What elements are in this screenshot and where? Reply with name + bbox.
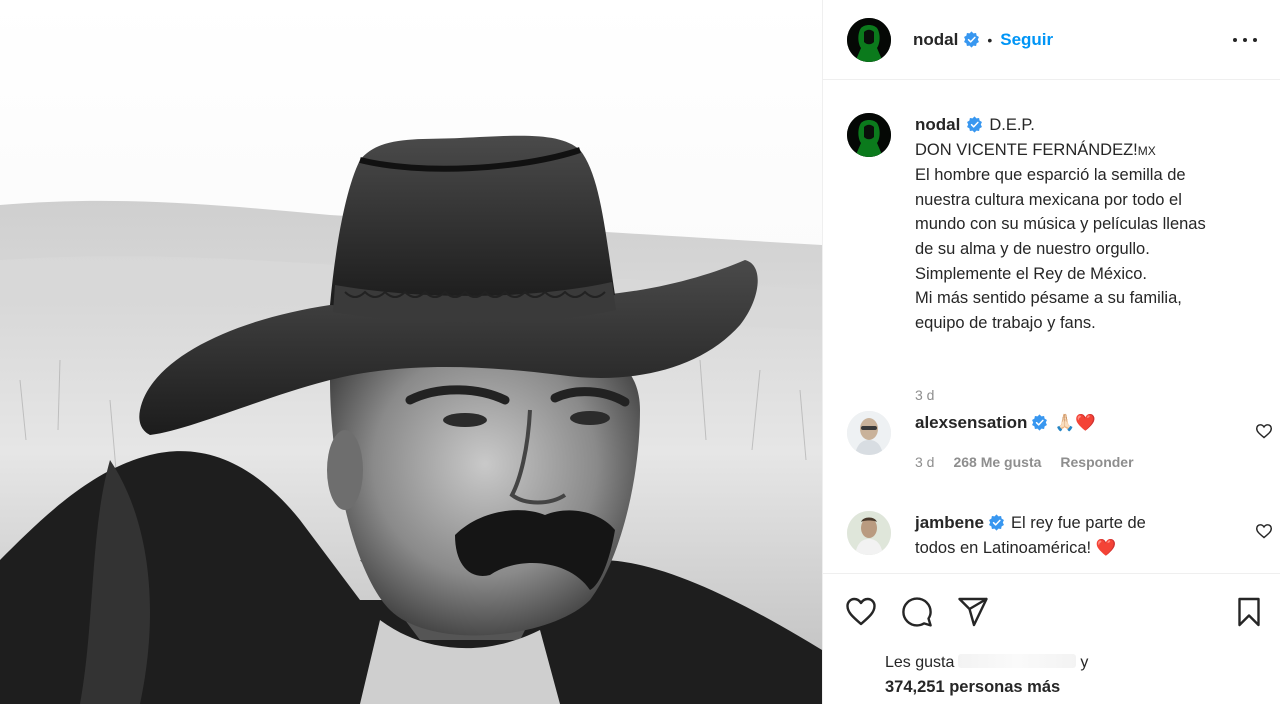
comment-username[interactable]: alexsensation [915, 413, 1027, 432]
alexsensation-avatar-image [847, 411, 891, 455]
comment-username[interactable]: jambene [915, 513, 984, 532]
likes-summary: Les gusta y [885, 654, 1088, 672]
more-options-icon[interactable] [1233, 30, 1257, 50]
heart-emoji: ❤️ [1075, 413, 1096, 432]
likes-prefix: Les gusta [885, 654, 955, 671]
verified-badge-icon [989, 514, 1004, 531]
comment-avatar[interactable] [847, 511, 891, 555]
caption-line: Mi más sentido pésame a su familia, [915, 289, 1182, 308]
comment-item: jambene El rey fue parte de todos en Lati… [847, 511, 1273, 560]
follow-button[interactable]: Seguir [1000, 30, 1053, 50]
caption-line: El hombre que esparció la semilla de [915, 166, 1186, 185]
comment-likes-count[interactable]: 268 Me gusta [953, 454, 1041, 470]
verified-badge-icon [964, 31, 980, 48]
comment-timestamp[interactable]: 3 d [915, 454, 934, 470]
caption-line: nuestra cultura mexicana por todo el [915, 190, 1182, 209]
comment-line: El rey fue parte de [1010, 514, 1146, 532]
caption-text: nodal D.E.P. DON VICENTE FERNÁNDEZ!MX El … [915, 113, 1267, 335]
caption-timestamp[interactable]: 3 d [915, 387, 934, 403]
caption-line: Simplemente el Rey de México. [915, 264, 1148, 283]
reply-button[interactable]: Responder [1060, 454, 1133, 470]
avatar[interactable] [847, 17, 891, 62]
post-caption: nodal D.E.P. DON VICENTE FERNÁNDEZ!MX El … [847, 113, 1267, 403]
comment-meta: 3 d 268 Me gusta Responder [915, 454, 1267, 470]
likes-count[interactable]: 374,251 personas más [885, 678, 1060, 697]
comment-like-icon[interactable] [1255, 423, 1273, 439]
post-actions: Les gusta y 374,251 personas más [823, 573, 1280, 704]
hidden-username [958, 654, 1077, 668]
pray-emoji: 🙏🏻 [1054, 413, 1075, 432]
nodal-avatar-image [847, 17, 891, 62]
verified-badge-icon [967, 116, 983, 133]
heart-outline-icon[interactable] [845, 596, 877, 628]
comment-bubble-icon[interactable] [901, 596, 933, 628]
verified-badge-icon [1032, 414, 1048, 431]
separator-dot: • [987, 31, 993, 48]
comment-line: todos en Latinoamérica! [915, 538, 1092, 557]
caption-username[interactable]: nodal [915, 115, 960, 134]
post-side-panel: nodal • Seguir nodal D.E.P. DON VICENTE … [822, 0, 1280, 704]
comment-avatar[interactable] [847, 411, 891, 455]
comments-scroll-area[interactable]: nodal D.E.P. DON VICENTE FERNÁNDEZ!MX El … [823, 81, 1280, 573]
comment-item: alexsensation 🙏🏻❤️ 3 d 268 Me gusta Respo… [847, 411, 1273, 470]
jambene-avatar-image [847, 511, 891, 555]
post-header: nodal • Seguir [823, 0, 1280, 80]
caption-line: mundo con su música y películas llenas [915, 215, 1206, 234]
comment-like-icon[interactable] [1255, 523, 1273, 539]
bookmark-icon[interactable] [1233, 596, 1265, 628]
caption-line: D.E.P. [989, 116, 1035, 134]
caption-line: equipo de trabajo y fans. [915, 313, 1096, 332]
caption-line: de su alma y de nuestro orgullo. [915, 239, 1150, 258]
heart-emoji: ❤️ [1095, 537, 1117, 557]
nodal-avatar-image [847, 113, 891, 157]
comment-text: alexsensation 🙏🏻❤️ [915, 411, 1225, 436]
post-image[interactable] [0, 0, 822, 704]
caption-avatar[interactable] [847, 113, 891, 157]
paper-plane-icon[interactable] [957, 596, 989, 628]
comment-text: jambene El rey fue parte de todos en Lati… [915, 511, 1225, 560]
likes-connector: y [1080, 654, 1089, 671]
flag-text: MX [1137, 143, 1156, 158]
caption-line: DON VICENTE FERNÁNDEZ! [915, 140, 1138, 159]
cowboy-portrait-photo [0, 0, 822, 704]
header-username[interactable]: nodal [913, 30, 958, 50]
